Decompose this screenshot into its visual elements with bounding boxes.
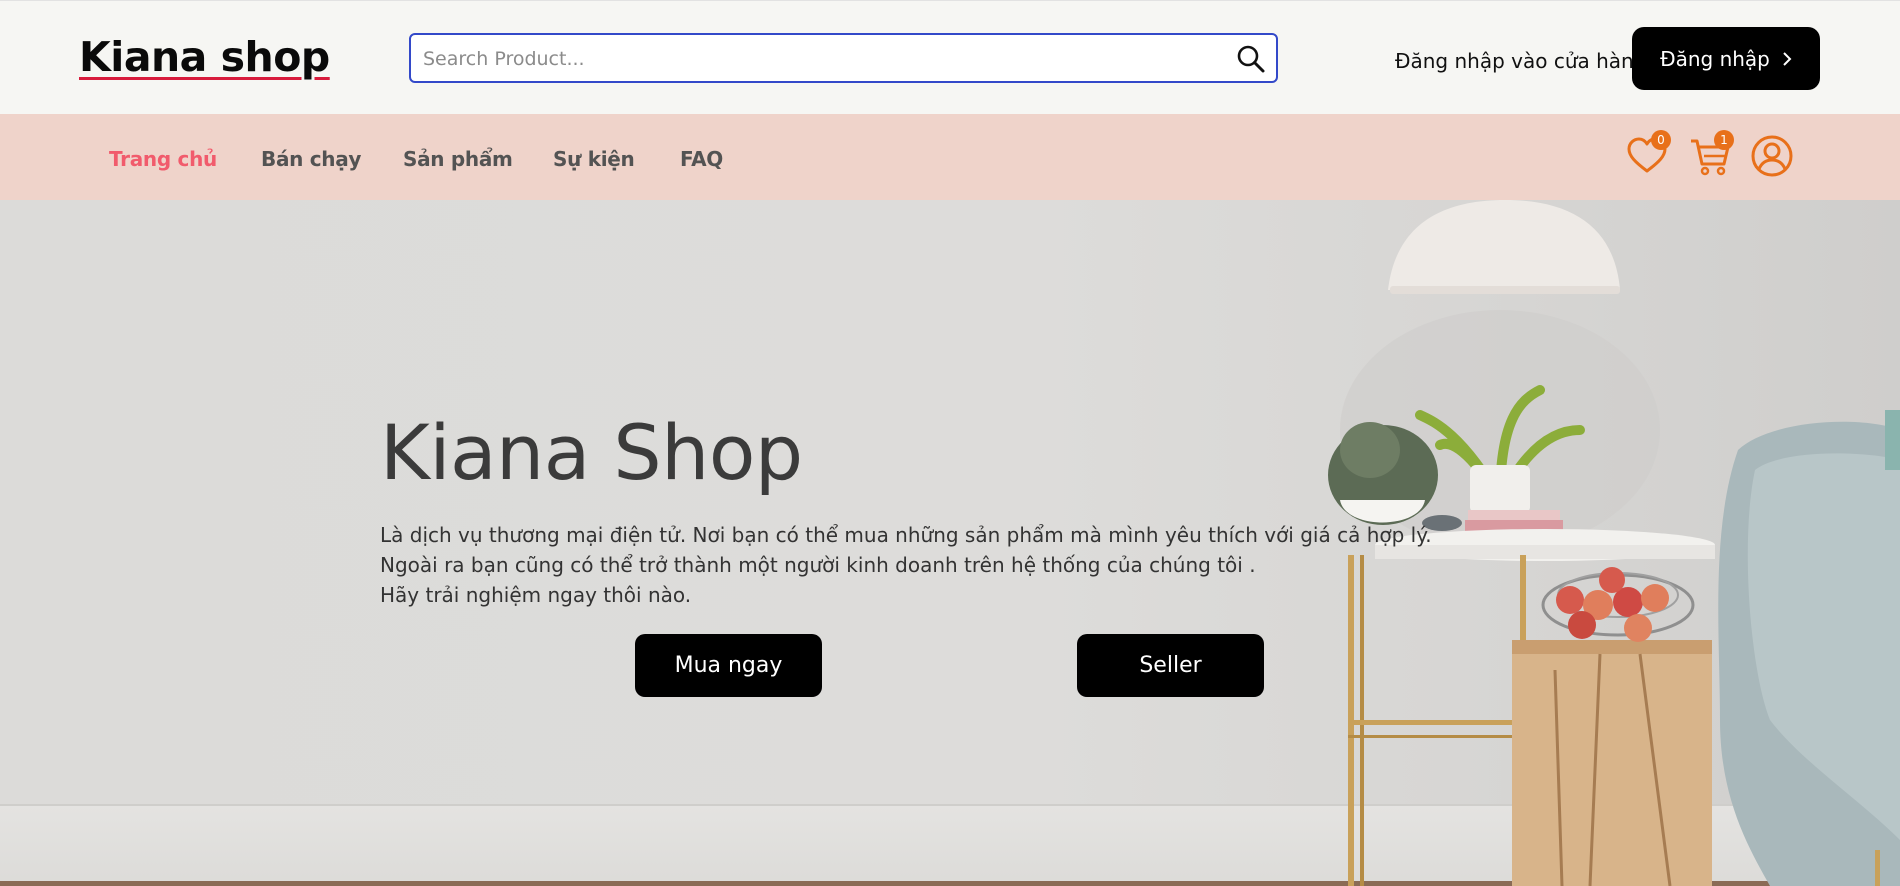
nav-item-best-sellers[interactable]: Bán chạy (261, 147, 361, 171)
user-icon (1751, 135, 1793, 177)
hero-description-line: Hãy trải nghiệm ngay thôi nào. (380, 583, 692, 607)
main-nav: Trang chủ Bán chạy Sản phẩm Sự kiện FAQ … (0, 114, 1900, 200)
login-button[interactable]: Đăng nhập (1632, 27, 1820, 90)
hero-description-line: Là dịch vụ thương mại điện tử. Nơi bạn c… (380, 523, 1432, 547)
nav-item-products[interactable]: Sản phẩm (403, 147, 513, 171)
hero-banner: Kiana Shop Là dịch vụ thương mại điện tử… (0, 200, 1900, 886)
hero-description: Là dịch vụ thương mại điện tử. Nơi bạn c… (380, 520, 1432, 610)
top-header: Kiana shop Đăng nhập vào cửa hàng Đăng n… (0, 0, 1900, 114)
site-logo[interactable]: Kiana shop (79, 33, 330, 81)
search-icon[interactable] (1236, 44, 1266, 74)
seller-login-link[interactable]: Đăng nhập vào cửa hàng (1395, 49, 1646, 73)
wishlist-count-badge: 0 (1651, 130, 1671, 150)
search-input[interactable] (421, 43, 1215, 75)
buy-now-button[interactable]: Mua ngay (635, 634, 822, 697)
cart-button[interactable]: 1 (1688, 130, 1734, 178)
login-button-label: Đăng nhập (1660, 46, 1770, 71)
cart-count-badge: 1 (1714, 130, 1734, 150)
nav-item-events[interactable]: Sự kiện (553, 147, 635, 171)
hero-title: Kiana Shop (380, 408, 803, 497)
nav-item-home[interactable]: Trang chủ (109, 147, 217, 171)
nav-item-faq[interactable]: FAQ (680, 147, 723, 171)
wishlist-button[interactable]: 0 (1625, 130, 1671, 178)
account-button[interactable] (1750, 134, 1794, 178)
seller-button[interactable]: Seller (1077, 634, 1264, 697)
search-bar[interactable] (409, 33, 1278, 83)
chevron-right-icon (1783, 51, 1792, 66)
hero-description-line: Ngoài ra bạn cũng có thể trở thành một n… (380, 553, 1256, 577)
